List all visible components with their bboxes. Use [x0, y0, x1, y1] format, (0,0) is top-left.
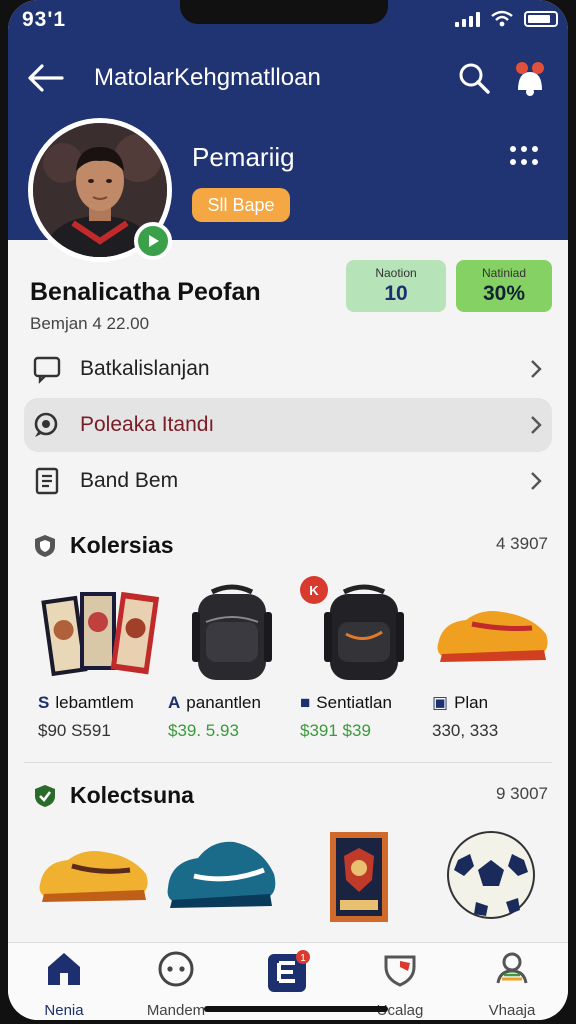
- nav-label: Vhaaja: [488, 1002, 536, 1019]
- section-divider: [24, 762, 552, 763]
- home-icon: [48, 953, 80, 985]
- back-arrow-icon[interactable]: [26, 60, 66, 96]
- product-name: S lebamtlem: [38, 693, 166, 713]
- product-prefix: S: [38, 693, 50, 712]
- product-card[interactable]: S lebamtlem $90 S591: [38, 582, 166, 741]
- phone-frame: 93'1 MatolarKehgmatlloan Pemariig Sll Ba…: [0, 0, 576, 1024]
- shoe-yellow-image[interactable]: [36, 838, 152, 912]
- product-card[interactable]: A panantlen $39. 5.93: [168, 582, 296, 741]
- nav-label: Nenia: [44, 1002, 84, 1019]
- product-name-text: lebamtlem: [55, 693, 134, 712]
- product-name: A panantlen: [168, 693, 296, 713]
- product-prefix: A: [168, 693, 181, 712]
- pennant-image[interactable]: [328, 830, 390, 924]
- backpack-image: [192, 584, 272, 680]
- shield-icon: [384, 955, 416, 987]
- home-indicator: [204, 1006, 388, 1012]
- profile-icon: [496, 952, 528, 984]
- product-price: $90 S591: [38, 721, 111, 740]
- battery-icon: [524, 11, 558, 27]
- search-icon[interactable]: [456, 60, 492, 96]
- document-icon: [35, 467, 59, 495]
- wifi-icon: [491, 10, 513, 27]
- nav-item-home[interactable]: Nenia: [14, 949, 114, 1019]
- product-name-text: Plan: [454, 693, 489, 712]
- section-count: 9 3007: [496, 784, 548, 803]
- product-name-text: Sentiatlan: [316, 693, 392, 712]
- shoe-orange-image: [437, 611, 548, 662]
- product-prefix: ■: [300, 693, 311, 712]
- soccer-ball-image[interactable]: [447, 831, 535, 919]
- stat-label: Naotion: [375, 266, 417, 280]
- chevron-right-icon: [531, 472, 542, 490]
- search-chat-icon: [34, 412, 58, 437]
- nav-item-profile[interactable]: Vhaaja: [462, 949, 562, 1019]
- product-price: $391 $39: [300, 721, 371, 740]
- menu-item-band-bem[interactable]: Band Bem: [24, 454, 552, 508]
- chat-dots-icon: [158, 951, 194, 987]
- shoe-blue-image[interactable]: [167, 841, 276, 908]
- stat-value: 30%: [482, 282, 526, 305]
- sale-badge: K: [300, 576, 328, 604]
- menu-item-poleaka-itandi[interactable]: Poleaka Itandı: [24, 398, 552, 452]
- section-title-kolectsuna: Kolectsuna: [32, 782, 194, 809]
- nav-badge: 1: [300, 953, 306, 964]
- signal-icon: [455, 11, 480, 27]
- chat-bubble-icon: [33, 356, 61, 384]
- product-price: $39. 5.93: [168, 721, 239, 740]
- product-name: ▣ Plan: [432, 693, 554, 713]
- stat-card-natiniad[interactable]: Natiniad 30%: [456, 260, 552, 312]
- top-app-bar: MatolarKehgmatlloan: [8, 54, 568, 104]
- app-screen: 93'1 MatolarKehgmatlloan Pemariig Sll Ba…: [8, 0, 568, 1020]
- stat-card-naotion[interactable]: Naotion 10: [346, 260, 446, 312]
- chevron-right-icon: [531, 360, 542, 378]
- app-title: MatolarKehgmatlloan: [94, 64, 321, 91]
- profile-name: Benalicatha Peofan: [30, 278, 261, 306]
- stat-value: 10: [384, 282, 408, 305]
- section-count: 4 3907: [496, 534, 548, 553]
- shield-icon: [35, 534, 55, 557]
- product-card[interactable]: ▣ Plan 330, 333: [432, 582, 554, 741]
- stat-label: Natiniad: [481, 266, 527, 280]
- profile-role: Pemariig: [192, 142, 295, 172]
- chevron-right-icon: [531, 416, 542, 434]
- product-name-text: panantlen: [186, 693, 261, 712]
- nav-item-center[interactable]: 1: [238, 949, 338, 1000]
- center-app-icon: 1: [268, 950, 310, 992]
- product-prefix: ▣: [432, 693, 449, 712]
- product-price: 330, 333: [432, 721, 499, 740]
- profile-badge[interactable]: Sll Bape: [192, 188, 290, 222]
- shield-check-icon: [35, 784, 55, 807]
- play-status-icon[interactable]: [134, 222, 172, 260]
- section-title-text: Kolectsuna: [70, 782, 194, 808]
- section-title-text: Kolersias: [70, 532, 174, 558]
- status-icons: [455, 10, 558, 28]
- product-name: ■ Sentiatlan: [300, 693, 428, 713]
- menu-item-label: Poleaka Itandı: [80, 413, 215, 436]
- profile-subtitle: Bemjan 4 22.00: [30, 314, 150, 333]
- menu-item-label: Band Bem: [80, 469, 179, 492]
- menu-item-batkalislanjan[interactable]: Batkalislanjan: [24, 342, 552, 396]
- section-title-kolersias: Kolersias: [32, 532, 174, 559]
- trading-cards-image: [41, 591, 160, 677]
- camera-notch: [180, 0, 388, 24]
- more-options-icon[interactable]: [508, 144, 540, 168]
- product-card[interactable]: K ■ Sentiatlan $391 $39: [300, 576, 428, 741]
- notification-icon[interactable]: [510, 58, 550, 98]
- status-time: 93'1: [22, 8, 67, 31]
- menu-item-label: Batkalislanjan: [80, 357, 210, 380]
